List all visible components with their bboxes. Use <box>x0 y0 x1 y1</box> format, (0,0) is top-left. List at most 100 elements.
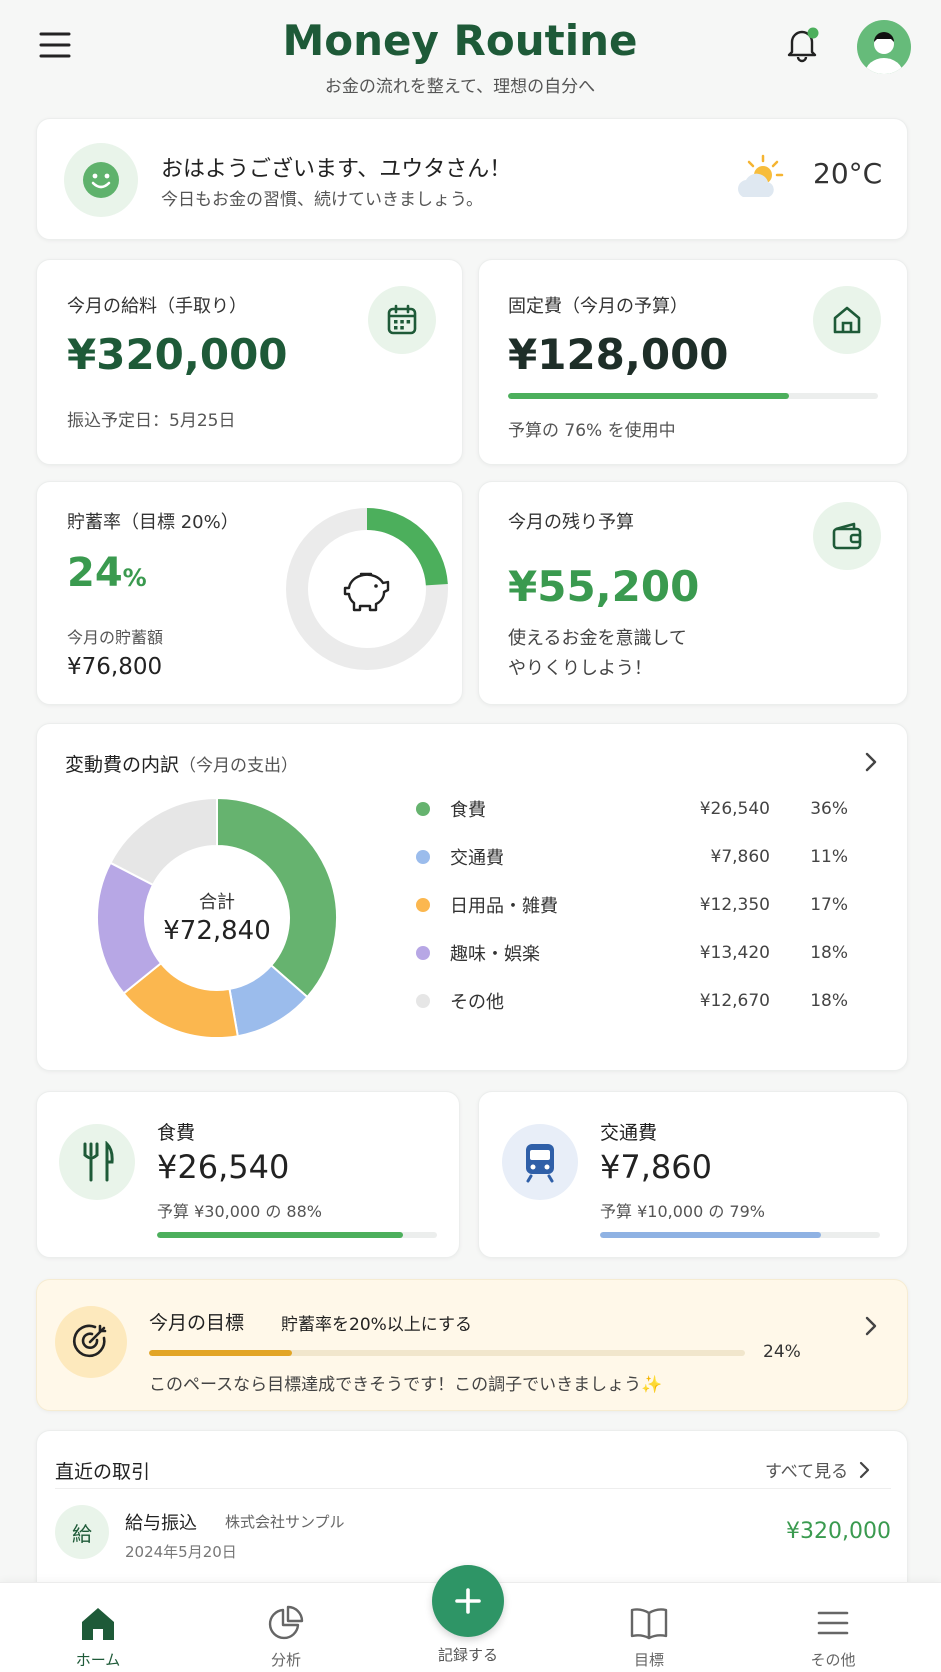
donut-total-label: 合計 <box>199 892 235 913</box>
book-icon <box>630 1608 668 1640</box>
goal-label: 今月の目標 <box>149 1312 245 1334</box>
food-note: 予算 ¥30,000 の 88% <box>157 1202 322 1221</box>
goal-percent: 24% <box>763 1342 801 1362</box>
legend-dot <box>416 850 430 864</box>
nav-more-label: その他 <box>810 1651 856 1669</box>
smile-icon <box>64 143 138 217</box>
avatar[interactable] <box>857 20 911 74</box>
savings-ring <box>284 506 450 672</box>
nav-goals-label: 目標 <box>633 1651 664 1669</box>
food-progress-bar <box>157 1232 437 1238</box>
nav-goals[interactable]: 目標 <box>589 1605 709 1670</box>
legend-name: その他 <box>450 992 504 1013</box>
remaining-amount: ¥55,200 <box>508 562 700 611</box>
transport-card[interactable]: 交通費 ¥7,860 予算 ¥10,000 の 79% <box>478 1091 908 1258</box>
legend-name: 交通費 <box>450 848 504 869</box>
nav-analysis[interactable]: 分析 <box>226 1605 346 1670</box>
fixed-cost-card[interactable]: 固定費（今月の予算） ¥128,000 予算の 76% を使用中 <box>478 259 908 465</box>
fixed-note: 予算の 76% を使用中 <box>508 421 676 441</box>
breakdown-subtitle: （今月の支出） <box>179 756 299 776</box>
remaining-message-1: 使えるお金を意識して <box>508 628 687 649</box>
nav-more[interactable]: その他 <box>773 1605 893 1670</box>
legend-amount: ¥13,420 <box>699 943 770 963</box>
fork-knife-icon <box>59 1124 135 1200</box>
legend-row: 交通費 ¥7,860 11% <box>416 842 856 872</box>
food-amount: ¥26,540 <box>157 1148 290 1186</box>
goal-chevron-right-icon[interactable] <box>861 1314 881 1338</box>
legend-percent: 17% <box>810 895 848 915</box>
remaining-budget-card[interactable]: 今月の残り予算 ¥55,200 使えるお金を意識して やりくりしよう！ <box>478 481 908 705</box>
greeting-title: おはようございます、ユウタさん！ <box>161 157 512 182</box>
transport-note: 予算 ¥10,000 の 79% <box>600 1202 765 1221</box>
breakdown-title: 変動費の内訳 <box>65 754 180 776</box>
goal-progress-bar <box>149 1350 745 1356</box>
piggy-bank-icon <box>339 564 395 614</box>
temperature: 20°C <box>813 157 883 190</box>
goal-progress-fill <box>149 1350 293 1356</box>
see-all-link[interactable]: すべて見る <box>765 1457 874 1482</box>
salary-note: 振込予定日：5月25日 <box>67 411 236 431</box>
legend-percent: 18% <box>810 943 848 963</box>
calendar-icon <box>368 286 436 354</box>
transaction-payer: 株式会社サンプル <box>225 1513 345 1531</box>
nav-record-label[interactable]: 記録する <box>408 1644 528 1665</box>
menu-icon[interactable] <box>38 30 72 60</box>
transaction-amount: ¥320,000 <box>786 1519 891 1544</box>
salary-amount: ¥320,000 <box>67 330 288 379</box>
notification-bell-icon[interactable] <box>782 24 822 64</box>
legend-amount: ¥7,860 <box>710 847 770 867</box>
transaction-badge: 給 <box>55 1505 109 1559</box>
legend-amount: ¥26,540 <box>699 799 770 819</box>
salary-card[interactable]: 今月の給料（手取り） ¥320,000 振込予定日：5月25日 <box>36 259 463 465</box>
transactions-title: 直近の取引 <box>55 1461 151 1483</box>
transport-label: 交通費 <box>600 1122 658 1144</box>
legend-name: 食費 <box>450 800 486 821</box>
legend-percent: 18% <box>810 991 848 1011</box>
plus-icon <box>455 1588 481 1614</box>
legend-row: 日用品・雑費 ¥12,350 17% <box>416 890 856 920</box>
greeting-card: おはようございます、ユウタさん！ 今日もお金の習慣、続けていきましょう。 20°… <box>36 118 908 240</box>
food-label: 食費 <box>157 1122 196 1144</box>
legend-dot <box>416 994 430 1008</box>
chevron-right-icon[interactable] <box>861 750 881 774</box>
breakdown-legend: 食費 ¥26,540 36% 交通費 ¥7,860 11% 日用品・雑費 ¥12,350 17%… <box>416 794 856 1054</box>
breakdown-card[interactable]: 変動費の内訳（今月の支出） 合計 ¥72,840 食費 ¥26,540 36% 交通費… <box>36 723 908 1071</box>
transaction-date: 2024年5月20日 <box>125 1543 237 1561</box>
legend-percent: 36% <box>810 799 848 819</box>
home-nav-icon <box>82 1608 114 1640</box>
food-card[interactable]: 食費 ¥26,540 予算 ¥30,000 の 88% <box>36 1091 460 1258</box>
transport-amount: ¥7,860 <box>600 1148 712 1186</box>
menu-lines-icon <box>817 1611 849 1635</box>
partly-sunny-icon <box>733 153 787 203</box>
nav-analysis-label: 分析 <box>270 1651 301 1669</box>
legend-row: 趣味・娯楽 ¥13,420 18% <box>416 938 856 968</box>
legend-amount: ¥12,350 <box>699 895 770 915</box>
savings-amount-label: 今月の貯蓄額 <box>67 628 164 647</box>
nav-home[interactable]: ホーム <box>38 1605 158 1670</box>
legend-percent: 11% <box>810 847 848 867</box>
donut-slice <box>109 796 218 887</box>
salary-label: 今月の給料（手取り） <box>67 296 247 317</box>
transport-progress-bar <box>600 1232 880 1238</box>
record-fab-button[interactable] <box>432 1565 504 1637</box>
see-all-label: すべて見る <box>765 1462 849 1482</box>
legend-name: 趣味・娯楽 <box>450 944 540 965</box>
legend-amount: ¥12,670 <box>699 991 770 1011</box>
legend-name: 日用品・雑費 <box>450 896 558 917</box>
savings-amount: ¥76,800 <box>67 654 163 680</box>
fixed-progress-fill <box>508 393 790 399</box>
goal-card[interactable]: 今月の目標 貯蓄率を20%以上にする 24% このペースなら目標達成できそうです… <box>36 1279 908 1411</box>
transport-progress-fill <box>600 1232 822 1238</box>
legend-dot <box>416 946 430 960</box>
nav-home-label: ホーム <box>75 1651 121 1669</box>
donut-chart: 合計 ¥72,840 <box>91 792 343 1044</box>
savings-rate-value: 24 <box>67 550 123 596</box>
remaining-label: 今月の残り予算 <box>508 512 634 533</box>
home-icon <box>813 286 881 354</box>
savings-card[interactable]: 貯蓄率（目標 20%） 24% 今月の貯蓄額 ¥76,800 <box>36 481 463 705</box>
savings-rate: 24% <box>67 550 147 596</box>
app-subtitle: お金の流れを整えて、理想の自分へ <box>324 77 596 97</box>
transaction-name: 給与振込 <box>125 1513 197 1534</box>
breakdown-heading: 変動費の内訳（今月の支出） <box>65 750 298 777</box>
food-progress-fill <box>157 1232 404 1238</box>
